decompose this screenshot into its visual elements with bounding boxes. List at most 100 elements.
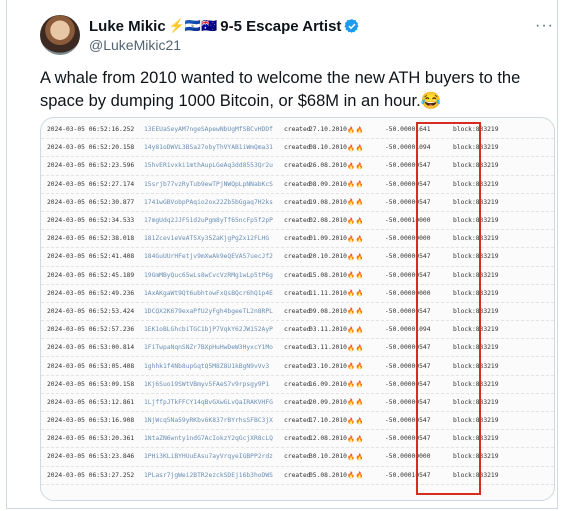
block-number: block:833219: [453, 253, 499, 261]
amount: -50.00000547: [385, 435, 431, 443]
created-label: created: [284, 126, 311, 134]
transaction-row: 2024-03-05 06:52:57.236 1EK1oBLGhcbiTGC1b…: [41, 321, 554, 340]
created-date: 02.08.2010: [309, 217, 347, 225]
flame-icon: 🔥🔥: [347, 326, 365, 334]
flame-icon: 🔥🔥: [347, 381, 365, 389]
timestamp: 2024-03-05 06:52:49.236: [47, 289, 135, 297]
wallet-address: 1EK1oBLGhcbiTGC1bjP7VqkY62JW152AyP: [144, 326, 273, 334]
author-tagline[interactable]: 9-5 Escape Artist: [220, 18, 341, 35]
block-number: block:833219: [453, 435, 499, 443]
transaction-row: 2024-03-05 06:53:09.158 1Kj6Suo19SWtVBmyv…: [41, 376, 554, 394]
timestamp: 2024-03-05 06:52:34.533: [47, 217, 135, 225]
created-label: created: [284, 289, 311, 297]
flame-icon: 🔥🔥: [347, 417, 365, 425]
timestamp: 2024-03-05 06:52:53.424: [47, 307, 135, 315]
amount: -50.00000547: [385, 362, 431, 370]
amount: -50.00001094: [385, 144, 431, 152]
transaction-row: 2024-03-05 06:52:34.533 17mgUdq2JJF51d2uP…: [41, 212, 554, 231]
author-name[interactable]: Luke Mikic: [89, 18, 166, 35]
flame-icon: 🔥🔥: [347, 363, 365, 371]
flame-icon: 🔥🔥: [347, 217, 365, 225]
created-label: created: [284, 253, 311, 261]
wallet-address: 1Kj6Suo19SWtVBmyv5FAeS7v9rpsgy9P1: [144, 380, 270, 388]
block-number: block:833219: [453, 380, 499, 388]
timestamp: 2024-03-05 06:53:27.252: [47, 471, 135, 479]
verified-badge-icon: [344, 19, 359, 33]
block-number: block:833219: [453, 398, 499, 406]
block-number: block:833219: [453, 198, 499, 206]
block-number: block:833219: [453, 417, 499, 425]
created-date: 11.11.2010: [309, 289, 347, 297]
flame-icon: 🔥🔥: [347, 181, 365, 189]
created-date: 20.10.2010: [309, 253, 347, 261]
flame-icon: 🔥🔥: [347, 399, 365, 407]
created-label: created: [284, 326, 311, 334]
timestamp: 2024-03-05 06:53:09.158: [47, 380, 135, 388]
created-label: created: [284, 271, 311, 279]
block-number: block:833219: [453, 307, 499, 315]
wallet-address: 1AxAKgaWt9Qt6ubhtowFxQsBQcr6hQ1p4E: [144, 289, 273, 297]
transaction-row: 2024-03-05 06:52:20.158 14y81oDWVL3BSa27o…: [41, 139, 554, 158]
flame-icon: 🔥🔥: [347, 308, 365, 316]
flame-icon: 🔥🔥: [347, 162, 365, 170]
transaction-row: 2024-03-05 06:52:41.408 184GuUUrHFetjv9mX…: [41, 248, 554, 267]
wallet-address: 1ghhk1f4Nb8upGqtQ5M8Z8U1kBgN9vVv3: [144, 362, 270, 370]
wallet-address: 14y81oDWVL3BSa27obyThVYAB1iWmQma31: [144, 144, 273, 152]
amount: -50.00000000: [385, 235, 431, 243]
timestamp: 2024-03-05 06:52:23.596: [47, 162, 135, 170]
created-date: 03.11.2010: [309, 326, 347, 334]
created-date: 09.08.2010: [309, 307, 347, 315]
transaction-row: 2024-03-05 06:53:00.814 1FiTwpaNqnSNZr7BX…: [41, 339, 554, 358]
wallet-address: 1741wGBVobpPAqio2ox22Zb5bGgaq7H2ks: [144, 198, 273, 206]
timestamp: 2024-03-05 06:52:38.018: [47, 235, 135, 243]
timestamp: 2024-03-05 06:53:16.908: [47, 417, 135, 425]
created-date: 26.08.2010: [309, 162, 347, 170]
created-label: created: [284, 362, 311, 370]
wallet-address: 1FiTwpaNqnSNZr7BXpHuHwDeW3HyxcY1Mo: [144, 344, 273, 352]
block-number: block:833219: [453, 289, 499, 297]
flame-icon: 🔥🔥: [347, 272, 365, 280]
wallet-address: 15srjb77vzRyTub9ewTPjNWQpLpNNabKcS: [144, 180, 273, 188]
flame-icon: 🔥🔥: [347, 344, 365, 352]
created-label: created: [284, 307, 311, 315]
transaction-row: 2024-03-05 06:52:23.596 15hvER1vxki1mthAu…: [41, 157, 554, 176]
block-number: block:833219: [453, 362, 499, 370]
created-label: created: [284, 417, 311, 425]
amount: -50.00001641: [385, 126, 431, 134]
tweet-media-image[interactable]: 2024-03-05 06:52:16.252 13EEUaSeyAM7ngeSA…: [40, 117, 555, 501]
transaction-row: 2024-03-05 06:52:16.252 13EEUaSeyAM7ngeSA…: [41, 121, 554, 140]
amount: -50.00010547: [385, 471, 431, 479]
amount: -50.00000000: [385, 453, 431, 461]
timestamp: 2024-03-05 06:52:57.236: [47, 326, 135, 334]
amount: -50.00000547: [385, 380, 431, 388]
more-options-icon[interactable]: ···: [535, 17, 554, 35]
avatar[interactable]: [40, 15, 80, 55]
block-number: block:833219: [453, 217, 499, 225]
tweet-card: Luke Mikic ⚡🇸🇻🇦🇺 9-5 Escape Artist @Luke…: [6, 0, 558, 509]
transaction-row: 2024-03-05 06:53:16.908 1NjWcq5Na59yRKbv6…: [41, 412, 554, 431]
wallet-address: 181Zcev1eVeAT5Xy35ZaKjgPgZx12FLHG: [144, 235, 270, 243]
created-date: 08.10.2010: [309, 144, 347, 152]
amount: -50.00000547: [385, 344, 431, 352]
created-label: created: [284, 144, 311, 152]
author-handle[interactable]: @LukeMikic21: [89, 37, 181, 53]
created-date: 23.10.2010: [309, 362, 347, 370]
created-label: created: [284, 380, 311, 388]
transaction-row: 2024-03-05 06:52:38.018 181Zcev1eVeAT5Xy3…: [41, 230, 554, 249]
wallet-address: 1PHi3KLiBYHUuEAsu7ayVrqyeIGBPP2rdz: [144, 453, 273, 461]
amount: -50.00000547: [385, 417, 431, 425]
author-row: Luke Mikic ⚡🇸🇻🇦🇺 9-5 Escape Artist: [89, 16, 360, 36]
wallet-address: 1NjWcq5Na59yRKbv6K837rBYrhsSFBC3jX: [144, 417, 273, 425]
amount: -50.00000547: [385, 162, 431, 170]
block-number: block:833219: [453, 235, 499, 243]
wallet-address: 15hvER1vxki1mthAupLGeAq3dd8553Qr2u: [144, 162, 273, 170]
amount: -50.00000547: [385, 271, 431, 279]
timestamp: 2024-03-05 06:52:41.408: [47, 253, 135, 261]
timestamp: 2024-03-05 06:53:20.361: [47, 435, 135, 443]
amount: -50.00000547: [385, 253, 431, 261]
created-date: 17.10.2010: [309, 417, 347, 425]
flame-icon: 🔥🔥: [347, 453, 365, 461]
transaction-row: 2024-03-05 06:52:53.424 1DCQX2K679exaPfU2…: [41, 303, 554, 322]
transaction-row: 2024-03-05 06:52:49.236 1AxAKgaWt9Qt6ubht…: [41, 285, 554, 303]
transaction-row: 2024-03-05 06:53:27.252 1PLasr7jgWei2BTR2…: [41, 467, 554, 485]
